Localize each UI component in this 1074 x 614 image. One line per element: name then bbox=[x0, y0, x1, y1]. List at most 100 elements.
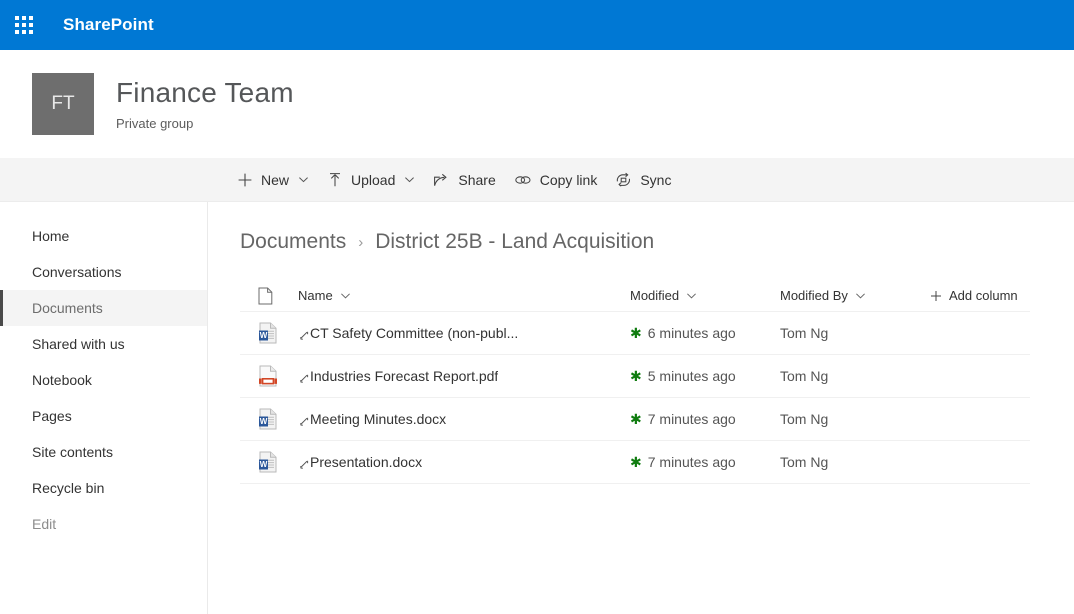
modified-label: 7 minutes ago bbox=[647, 411, 736, 427]
breadcrumb: Documents › District 25B - Land Acquisit… bbox=[240, 230, 1030, 254]
chevron-down-icon[interactable] bbox=[686, 290, 697, 301]
sidebar-item-label: Documents bbox=[32, 300, 103, 316]
sidebar-item-label: Conversations bbox=[32, 264, 122, 280]
file-list: Name Modified Modified By Add column W C… bbox=[240, 280, 1030, 484]
file-name-label: CT Safety Committee (non-publ... bbox=[310, 325, 519, 341]
sidebar-item-conversations[interactable]: Conversations bbox=[0, 254, 207, 290]
share-icon bbox=[433, 172, 450, 188]
add-column-button[interactable]: Add column bbox=[930, 288, 1018, 303]
share-button-label: Share bbox=[458, 171, 496, 188]
modified-by-cell[interactable]: Tom Ng bbox=[780, 368, 930, 384]
name-column-header-button[interactable]: Name bbox=[298, 288, 351, 303]
file-name-cell[interactable]: Presentation.docx bbox=[298, 454, 630, 471]
file-type-icon-column-header[interactable] bbox=[240, 287, 298, 305]
sidebar-item-site-contents[interactable]: Site contents bbox=[0, 434, 207, 470]
command-bar: New Upload Share Copy link Sync bbox=[0, 158, 1074, 202]
page-body: Home Conversations Documents Shared with… bbox=[0, 202, 1074, 614]
sidebar-item-recycle-bin[interactable]: Recycle bin bbox=[0, 470, 207, 506]
sync-button[interactable]: Sync bbox=[606, 158, 680, 202]
share-button[interactable]: Share bbox=[424, 158, 504, 202]
sidebar-item-shared-with-us[interactable]: Shared with us bbox=[0, 326, 207, 362]
sync-icon bbox=[615, 172, 632, 188]
modified-label: 6 minutes ago bbox=[647, 325, 736, 341]
chevron-down-icon[interactable] bbox=[855, 290, 866, 301]
sidebar-item-label: Pages bbox=[32, 408, 72, 424]
file-name-cell[interactable]: Meeting Minutes.docx bbox=[298, 411, 630, 428]
word-document-icon: W bbox=[240, 322, 298, 344]
sidebar-item-edit[interactable]: Edit bbox=[0, 506, 207, 542]
sidebar-item-documents[interactable]: Documents bbox=[0, 290, 207, 326]
modified-by-column-header-button[interactable]: Modified By bbox=[780, 288, 866, 303]
modified-label: 5 minutes ago bbox=[647, 368, 736, 384]
site-header: FT Finance Team Private group bbox=[0, 50, 1074, 158]
add-column-cell: Add column bbox=[930, 288, 1030, 303]
chevron-down-icon[interactable] bbox=[298, 174, 309, 185]
modified-cell: ✱ 7 minutes ago bbox=[630, 454, 780, 470]
file-name-label: Presentation.docx bbox=[310, 454, 423, 470]
file-name-label: Meeting Minutes.docx bbox=[310, 411, 447, 427]
suite-bar: SharePoint bbox=[0, 0, 1074, 50]
table-row[interactable]: W Meeting Minutes.docx ✱ 7 minutes ago T… bbox=[240, 398, 1030, 441]
modified-column-header[interactable]: Modified bbox=[630, 288, 780, 303]
modified-by-cell[interactable]: Tom Ng bbox=[780, 411, 930, 427]
new-item-indicator-icon bbox=[298, 417, 309, 428]
sidebar-item-home[interactable]: Home bbox=[0, 218, 207, 254]
table-row[interactable]: W Presentation.docx ✱ 7 minutes ago Tom … bbox=[240, 441, 1030, 484]
upload-button[interactable]: Upload bbox=[318, 158, 424, 202]
modified-cell: ✱ 6 minutes ago bbox=[630, 325, 780, 341]
word-document-icon: W bbox=[240, 408, 298, 430]
main-content: Documents › District 25B - Land Acquisit… bbox=[208, 202, 1074, 614]
modified-cell: ✱ 7 minutes ago bbox=[630, 411, 780, 427]
modified-by-cell[interactable]: Tom Ng bbox=[780, 454, 930, 470]
site-logo-avatar: FT bbox=[32, 73, 94, 135]
file-name-cell[interactable]: CT Safety Committee (non-publ... bbox=[298, 325, 630, 342]
new-item-indicator-icon bbox=[298, 374, 309, 385]
modified-column-header-button[interactable]: Modified bbox=[630, 288, 697, 303]
copy-link-button[interactable]: Copy link bbox=[505, 158, 607, 202]
name-column-header[interactable]: Name bbox=[298, 288, 630, 303]
modified-by-label: Tom Ng bbox=[780, 368, 829, 384]
site-privacy-label: Private group bbox=[116, 116, 194, 131]
new-asterisk-icon: ✱ bbox=[630, 454, 642, 470]
sidebar-item-pages[interactable]: Pages bbox=[0, 398, 207, 434]
modified-by-label: Tom Ng bbox=[780, 454, 829, 470]
new-button[interactable]: New bbox=[228, 158, 318, 202]
modified-label: 7 minutes ago bbox=[647, 454, 736, 470]
new-item-indicator-icon bbox=[298, 460, 309, 471]
modified-by-label: Tom Ng bbox=[780, 325, 829, 341]
new-button-label: New bbox=[261, 171, 290, 188]
sidebar-item-label: Home bbox=[32, 228, 70, 244]
chevron-down-icon[interactable] bbox=[404, 174, 415, 185]
upload-arrow-icon bbox=[327, 172, 343, 188]
word-document-icon: W bbox=[240, 451, 298, 473]
name-column-header-label: Name bbox=[298, 288, 333, 303]
pdf-document-icon bbox=[240, 365, 298, 387]
svg-text:W: W bbox=[260, 331, 268, 340]
modified-by-column-header[interactable]: Modified By bbox=[780, 288, 930, 303]
breadcrumb-item-documents[interactable]: Documents bbox=[240, 230, 346, 254]
plus-icon bbox=[930, 290, 942, 302]
sharepoint-brand-link[interactable]: SharePoint bbox=[63, 15, 154, 35]
plus-icon bbox=[237, 172, 253, 188]
sidebar-item-notebook[interactable]: Notebook bbox=[0, 362, 207, 398]
app-launcher-waffle-icon[interactable] bbox=[12, 13, 36, 37]
sidebar-item-label: Shared with us bbox=[32, 336, 125, 352]
sidebar-item-label: Notebook bbox=[32, 372, 92, 388]
modified-by-cell[interactable]: Tom Ng bbox=[780, 325, 930, 341]
modified-by-label: Tom Ng bbox=[780, 411, 829, 427]
upload-button-label: Upload bbox=[351, 171, 396, 188]
chevron-down-icon[interactable] bbox=[340, 290, 351, 301]
breadcrumb-item-current-folder[interactable]: District 25B - Land Acquisition bbox=[375, 230, 654, 254]
table-row[interactable]: W CT Safety Committee (non-publ... ✱ 6 m… bbox=[240, 312, 1030, 355]
copy-link-button-label: Copy link bbox=[539, 171, 598, 188]
sync-button-label: Sync bbox=[640, 171, 672, 188]
table-row[interactable]: Industries Forecast Report.pdf ✱ 5 minut… bbox=[240, 355, 1030, 398]
left-navigation: Home Conversations Documents Shared with… bbox=[0, 202, 208, 614]
svg-text:W: W bbox=[260, 460, 268, 469]
new-item-indicator-icon bbox=[298, 331, 309, 342]
sidebar-item-label: Edit bbox=[32, 516, 57, 532]
file-name-cell[interactable]: Industries Forecast Report.pdf bbox=[298, 368, 630, 385]
site-title: Finance Team bbox=[116, 77, 294, 108]
new-asterisk-icon: ✱ bbox=[630, 368, 642, 384]
modified-cell: ✱ 5 minutes ago bbox=[630, 368, 780, 384]
